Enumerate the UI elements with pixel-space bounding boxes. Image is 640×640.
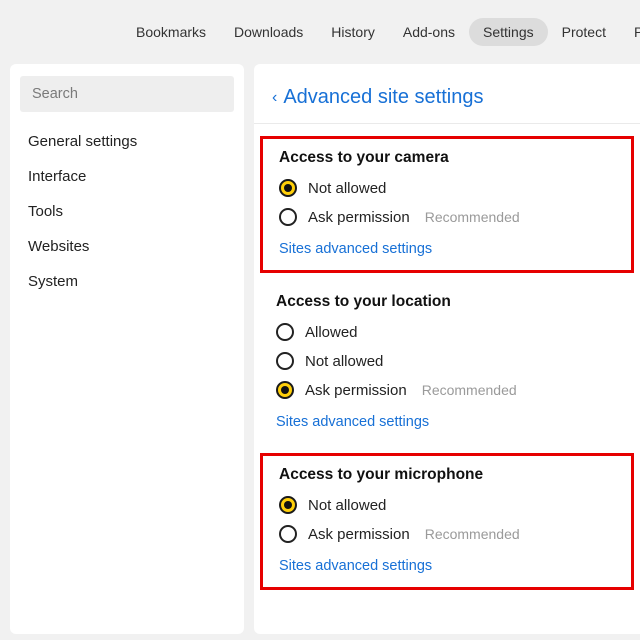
section-camera-title: Access to your camera	[279, 149, 615, 167]
radio-icon	[279, 496, 297, 514]
section-camera: Access to your camera Not allowed Ask pe…	[260, 136, 634, 273]
camera-opt-not-allowed[interactable]: Not allowed	[279, 179, 615, 197]
location-opt-ask[interactable]: Ask permission Recommended	[276, 381, 618, 399]
search-input[interactable]	[20, 76, 234, 112]
mic-advanced-link[interactable]: Sites advanced settings	[279, 558, 432, 574]
section-location-title: Access to your location	[276, 293, 618, 311]
tab-protect[interactable]: Protect	[548, 18, 620, 46]
camera-advanced-link[interactable]: Sites advanced settings	[279, 241, 432, 257]
location-opt-not-allowed[interactable]: Not allowed	[276, 352, 618, 370]
radio-icon	[279, 208, 297, 226]
option-label: Ask permission	[308, 209, 410, 226]
tab-downloads[interactable]: Downloads	[220, 18, 317, 46]
option-label: Not allowed	[308, 180, 386, 197]
mic-opt-ask[interactable]: Ask permission Recommended	[279, 525, 615, 543]
recommended-hint: Recommended	[422, 382, 517, 398]
radio-icon	[276, 323, 294, 341]
page-title[interactable]: Advanced site settings	[283, 86, 483, 109]
main-panel: ‹ Advanced site settings Access to your …	[254, 64, 640, 634]
section-microphone-title: Access to your microphone	[279, 466, 615, 484]
sidebar-item-tools[interactable]: Tools	[20, 194, 234, 229]
radio-icon	[276, 381, 294, 399]
sidebar-item-general[interactable]: General settings	[20, 124, 234, 159]
option-label: Allowed	[305, 324, 358, 341]
tab-settings[interactable]: Settings	[469, 18, 548, 46]
sidebar-item-interface[interactable]: Interface	[20, 159, 234, 194]
option-label: Not allowed	[305, 353, 383, 370]
radio-icon	[276, 352, 294, 370]
radio-icon	[279, 525, 297, 543]
location-opt-allowed[interactable]: Allowed	[276, 323, 618, 341]
section-microphone: Access to your microphone Not allowed As…	[260, 453, 634, 590]
top-tabs: Bookmarks Downloads History Add-ons Sett…	[0, 0, 640, 64]
recommended-hint: Recommended	[425, 209, 520, 225]
tab-history[interactable]: History	[317, 18, 389, 46]
page-header: ‹ Advanced site settings	[254, 80, 640, 124]
back-icon[interactable]: ‹	[272, 89, 277, 107]
tab-addons[interactable]: Add-ons	[389, 18, 469, 46]
option-label: Ask permission	[308, 526, 410, 543]
sidebar-item-system[interactable]: System	[20, 264, 234, 299]
sidebar-item-websites[interactable]: Websites	[20, 229, 234, 264]
camera-opt-ask[interactable]: Ask permission Recommended	[279, 208, 615, 226]
sidebar: General settings Interface Tools Website…	[10, 64, 244, 634]
option-label: Not allowed	[308, 497, 386, 514]
tab-passwords[interactable]: Passwords	[620, 18, 640, 46]
section-location: Access to your location Allowed Not allo…	[260, 283, 634, 443]
tab-bookmarks[interactable]: Bookmarks	[122, 18, 220, 46]
option-label: Ask permission	[305, 382, 407, 399]
radio-icon	[279, 179, 297, 197]
location-advanced-link[interactable]: Sites advanced settings	[276, 414, 429, 430]
recommended-hint: Recommended	[425, 526, 520, 542]
mic-opt-not-allowed[interactable]: Not allowed	[279, 496, 615, 514]
